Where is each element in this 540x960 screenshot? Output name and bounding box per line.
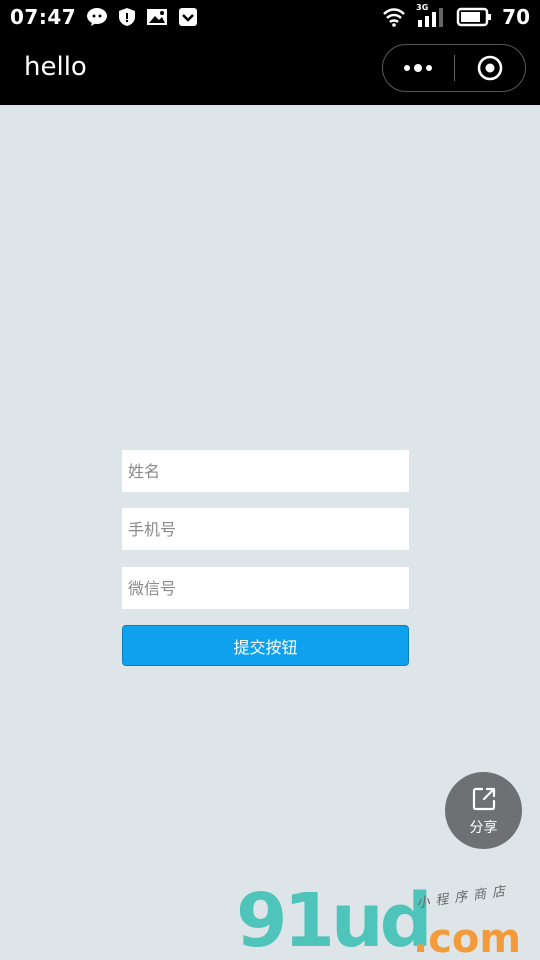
network-type-label: 3G	[416, 3, 429, 12]
watermark-logo: 91ud	[236, 878, 433, 960]
status-time: 07:47	[10, 5, 77, 29]
share-external-icon	[470, 785, 498, 813]
status-right: 3G 70	[382, 3, 530, 29]
share-label: 分享	[469, 819, 498, 836]
close-miniprogram-button[interactable]	[455, 45, 526, 91]
watermark-suffix: .com	[413, 916, 522, 960]
shield-icon	[118, 7, 136, 27]
more-dots-icon	[402, 62, 434, 74]
name-input[interactable]	[128, 461, 403, 481]
cellular-signal-icon: 3G	[416, 3, 446, 28]
wechat-field-container	[122, 567, 409, 609]
status-bar: 07:47 3G 70	[0, 0, 540, 34]
submit-button[interactable]: 提交按钮	[122, 625, 409, 666]
wechat-icon	[86, 7, 108, 27]
phone-input[interactable]	[128, 519, 403, 539]
menu-capsule	[382, 44, 526, 92]
more-button[interactable]	[383, 45, 454, 91]
phone-field-container	[122, 508, 409, 550]
battery-level: 70	[502, 5, 530, 29]
status-left: 07:47	[10, 5, 198, 29]
target-close-icon	[476, 54, 504, 82]
name-field-container	[122, 450, 409, 492]
image-icon	[146, 8, 168, 26]
watermark-tagline: 小程序商店	[415, 883, 512, 912]
watermark: 91ud 小程序商店 .com	[236, 880, 536, 960]
share-button[interactable]: 分享	[445, 772, 522, 849]
wechat-id-input[interactable]	[128, 578, 403, 598]
wifi-icon	[382, 7, 406, 27]
pocket-icon	[178, 7, 198, 27]
battery-icon	[456, 7, 492, 27]
nav-bar: hello	[0, 34, 540, 105]
contact-form: 提交按钮	[122, 450, 409, 666]
page-title: hello	[24, 52, 87, 82]
